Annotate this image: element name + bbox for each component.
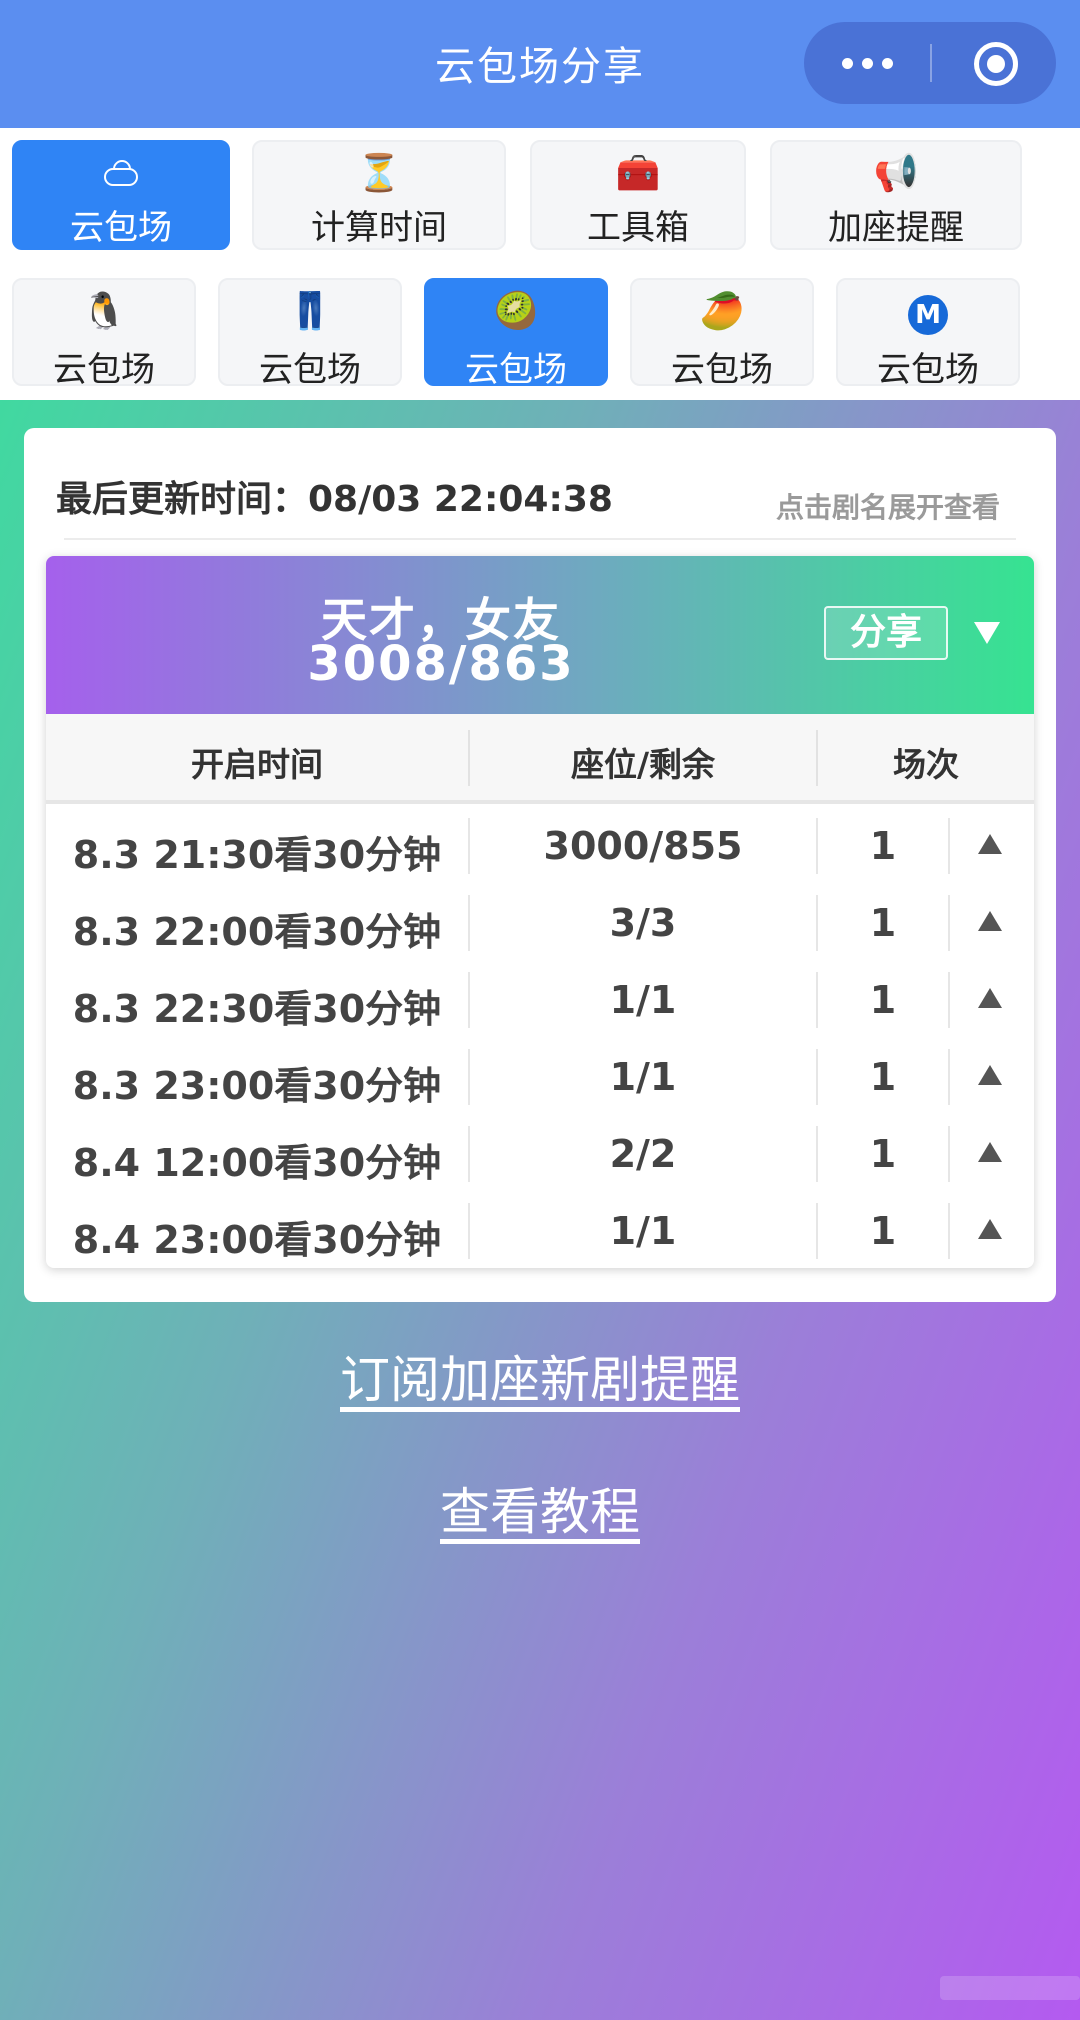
platform-tab-metro[interactable]: M 云包场	[836, 278, 1020, 390]
session-count: 1	[869, 978, 897, 1022]
column-divider	[948, 1126, 950, 1182]
session-count: 1	[869, 1132, 897, 1176]
toolbox-icon: 🧰	[615, 153, 661, 194]
expand-up-icon[interactable]	[978, 1065, 1002, 1085]
seat-remaining: 1/1	[609, 1055, 677, 1099]
table-row: 8.3 22:00看30分钟 3/3 1	[46, 885, 1034, 961]
subscribe-link[interactable]: 订阅加座新剧提醒	[0, 1340, 1080, 1412]
share-button[interactable]: 分享	[824, 606, 948, 660]
table-row: 8.3 22:30看30分钟 1/1 1	[46, 962, 1034, 1038]
table-header: 开启时间 座位/剩余 场次	[46, 714, 1034, 804]
session-count: 1	[869, 1055, 897, 1099]
last-update-time: 最后更新时间：08/03 22:04:38	[56, 479, 613, 520]
jeans-icon: 👖	[287, 291, 333, 332]
tab-label: 云包场	[877, 350, 979, 390]
session-time: 8.4 23:00看30分钟	[72, 1218, 442, 1262]
seat-remaining: 2/2	[609, 1132, 677, 1176]
tab-cloud-booking[interactable]: 云包场	[12, 140, 230, 250]
session-time: 8.3 22:30看30分钟	[72, 987, 442, 1031]
session-time: 8.3 22:00看30分钟	[72, 910, 442, 954]
platform-tab-kiwi[interactable]: 🥝 云包场	[424, 278, 608, 390]
divider	[64, 538, 1016, 540]
platform-tab-bar: 🐧 云包场 👖 云包场 🥝 云包场 🥭 云包场 M 云包场	[0, 266, 1080, 400]
tab-calc-time[interactable]: ⏳ 计算时间	[252, 140, 506, 250]
column-divider	[816, 730, 818, 786]
column-divider	[948, 818, 950, 874]
column-divider	[948, 972, 950, 1028]
capsule-menu	[804, 22, 1056, 104]
column-divider	[468, 730, 470, 786]
tab-label: 云包场	[259, 350, 361, 390]
table-row: 8.4 12:00看30分钟 2/2 1	[46, 1116, 1034, 1192]
tab-label: 云包场	[53, 350, 155, 390]
column-divider	[948, 1203, 950, 1259]
hourglass-icon: ⏳	[356, 153, 402, 194]
show-panel: 天才，女友 3008/863 分享 开启时间 座位/剩余 场次 8.3 21:3…	[46, 556, 1034, 1268]
expand-up-icon[interactable]	[978, 988, 1002, 1008]
platform-tab-mango[interactable]: 🥭 云包场	[630, 278, 814, 390]
tab-label: 加座提醒	[828, 208, 964, 248]
session-count: 1	[869, 1209, 897, 1253]
session-count: 1	[869, 824, 897, 868]
platform-tab-penguin[interactable]: 🐧 云包场	[12, 278, 196, 390]
mango-icon: 🥭	[699, 291, 745, 332]
collapse-caret-icon[interactable]	[974, 622, 1000, 644]
kiwi-icon: 🥝	[493, 291, 539, 332]
expand-up-icon[interactable]	[978, 834, 1002, 854]
watermark	[940, 1976, 1080, 2000]
main-tab-bar: 云包场 ⏳ 计算时间 🧰 工具箱 📢 加座提醒	[0, 128, 1080, 266]
megaphone-icon: 📢	[873, 153, 919, 194]
seat-remaining: 3000/855	[543, 824, 743, 868]
expand-up-icon[interactable]	[978, 1219, 1002, 1239]
table-row: 8.3 21:30看30分钟 3000/855 1	[46, 808, 1034, 884]
seat-remaining: 1/1	[609, 978, 677, 1022]
tab-toolbox[interactable]: 🧰 工具箱	[530, 140, 746, 250]
column-header-sessions: 场次	[893, 745, 959, 784]
tab-label: 云包场	[465, 350, 567, 390]
tab-label: 云包场	[671, 350, 773, 390]
session-time: 8.4 12:00看30分钟	[72, 1141, 442, 1185]
expand-hint: 点击剧名展开查看	[775, 491, 1000, 524]
metro-icon: M	[908, 295, 948, 335]
tab-label: 计算时间	[311, 208, 447, 248]
expand-up-icon[interactable]	[978, 911, 1002, 931]
cloud-icon	[104, 168, 138, 186]
session-count: 1	[869, 901, 897, 945]
tab-label: 云包场	[70, 208, 172, 248]
seat-remaining: 3/3	[609, 901, 677, 945]
column-divider	[948, 1049, 950, 1105]
column-divider	[948, 895, 950, 951]
show-seat-count: 3008/863	[307, 636, 575, 692]
penguin-icon: 🐧	[81, 291, 127, 332]
tab-seat-reminder[interactable]: 📢 加座提醒	[770, 140, 1022, 250]
capsule-divider	[930, 44, 932, 82]
expand-up-icon[interactable]	[978, 1142, 1002, 1162]
platform-tab-jeans[interactable]: 👖 云包场	[218, 278, 402, 390]
session-time: 8.3 23:00看30分钟	[72, 1064, 442, 1108]
table-row: 8.3 23:00看30分钟 1/1 1	[46, 1039, 1034, 1115]
table-row: 8.4 23:00看30分钟 1/1 1	[46, 1193, 1034, 1268]
more-icon[interactable]	[804, 22, 930, 104]
column-header-time: 开启时间	[191, 745, 323, 784]
tab-label: 工具箱	[587, 208, 689, 248]
column-header-seats: 座位/剩余	[570, 745, 716, 784]
session-time: 8.3 21:30看30分钟	[72, 833, 442, 877]
seat-remaining: 1/1	[609, 1209, 677, 1253]
nav-bar: 云包场分享	[0, 0, 1080, 128]
show-header[interactable]: 天才，女友 3008/863 分享	[46, 556, 1034, 714]
close-miniprogram-icon[interactable]	[974, 42, 1018, 86]
tutorial-link[interactable]: 查看教程	[0, 1472, 1080, 1544]
